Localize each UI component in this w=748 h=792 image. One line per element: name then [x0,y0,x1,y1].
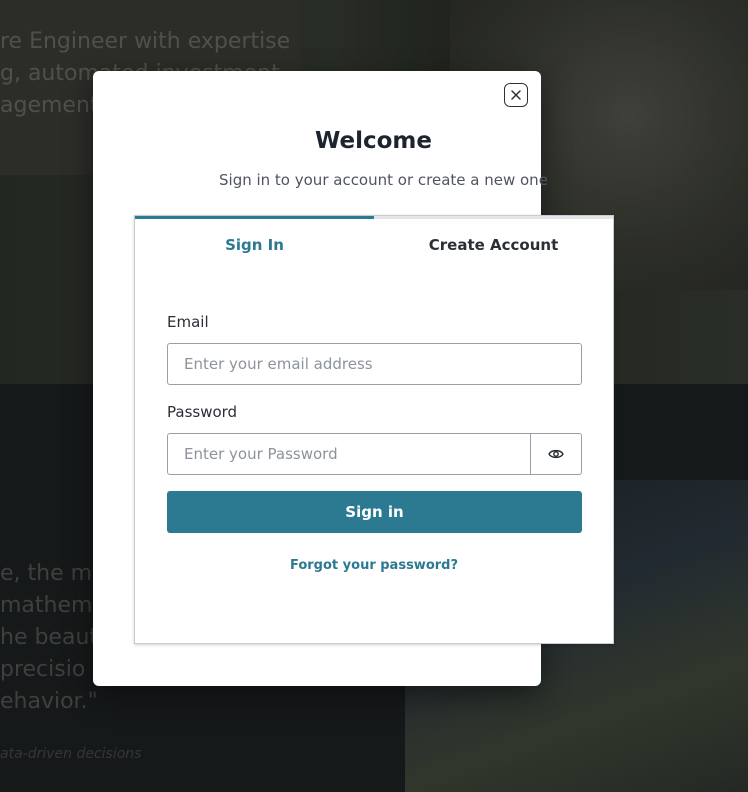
modal-title: Welcome [314,128,433,154]
auth-panel: Sign In Create Account Email Password Si… [134,215,614,644]
close-icon [511,90,521,100]
tab-create-account[interactable]: Create Account [374,216,613,270]
password-group [167,433,582,475]
email-label: Email [167,313,209,331]
password-field-wrapper [167,433,531,475]
eye-icon [548,449,564,459]
sign-in-button[interactable]: Sign in [167,491,582,533]
tab-sign-in[interactable]: Sign In [135,216,374,270]
email-field-wrapper [167,343,582,385]
close-button[interactable] [504,83,528,107]
password-label: Password [167,403,238,421]
auth-tabs: Sign In Create Account [135,216,613,270]
password-field[interactable] [168,434,530,474]
forgot-password-link[interactable]: Forgot your password? [135,558,613,573]
show-password-button[interactable] [531,433,582,475]
modal-subtitle: Sign in to your account or create a new … [219,171,548,189]
email-field[interactable] [168,344,581,384]
